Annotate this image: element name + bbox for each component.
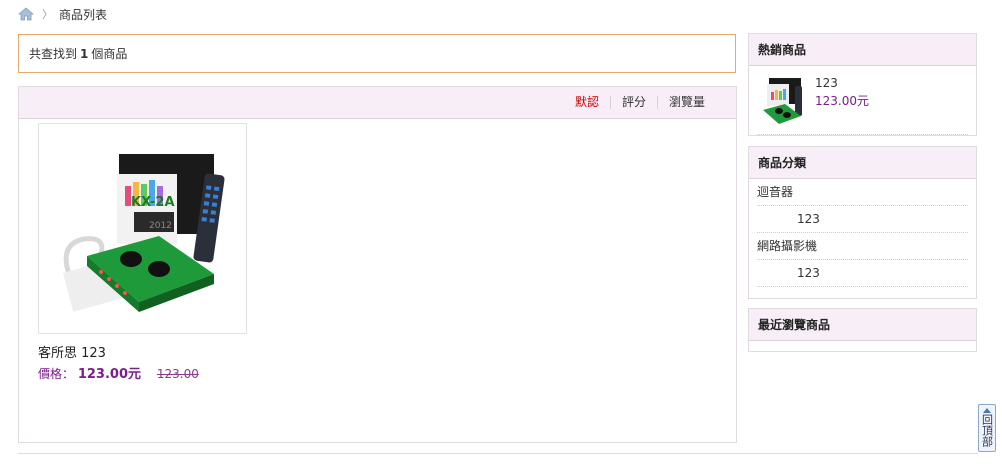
svg-text:KX-2A: KX-2A <box>131 195 175 210</box>
hot-sales-title: 熱銷商品 <box>749 34 976 66</box>
category-subitem[interactable]: 123 <box>757 260 968 287</box>
product-card: KX-2A 2012 客所思 123 價格： 123.00元 123.00 <box>38 123 247 382</box>
result-suffix: 個商品 <box>91 47 128 61</box>
price-label: 價格： <box>38 367 75 381</box>
result-summary: 共查找到 1 個商品 <box>18 34 736 73</box>
category-item[interactable]: 網路攝影機 <box>757 233 968 260</box>
product-price: 123.00元 <box>77 367 142 382</box>
divider <box>18 453 978 454</box>
recent-title: 最近瀏覽商品 <box>749 309 976 341</box>
hot-sales-box: 熱銷商品 123 123.00元 <box>748 33 977 136</box>
breadcrumb-current: 商品列表 <box>59 7 108 22</box>
svg-text:2012: 2012 <box>149 221 172 231</box>
hot-item-info: 123 123.00元 <box>815 74 869 128</box>
product-image[interactable]: KX-2A 2012 <box>38 123 247 334</box>
category-subitem[interactable]: 123 <box>757 206 968 233</box>
hot-item-name[interactable]: 123 <box>815 74 869 92</box>
product-old-price: 123.00 <box>156 367 199 381</box>
arrow-up-icon <box>983 408 991 413</box>
breadcrumb-separator: 〉 <box>42 8 53 21</box>
hot-item-thumbnail[interactable] <box>757 74 807 128</box>
result-prefix: 共查找到 <box>29 47 78 61</box>
category-title: 商品分類 <box>749 147 976 179</box>
back-to-top-label: 回頂部 <box>980 414 994 447</box>
sort-bar: 默認 評分 瀏覽量 <box>19 87 736 119</box>
breadcrumb: 〉 商品列表 <box>17 6 108 22</box>
hot-sales-item[interactable]: 123 123.00元 <box>749 66 976 128</box>
product-price-line: 價格： 123.00元 123.00 <box>38 363 247 382</box>
category-list: 迴音器 123 網路攝影機 123 <box>749 179 976 287</box>
sort-rating[interactable]: 評分 <box>609 96 657 109</box>
result-count: 1 <box>80 46 89 61</box>
home-icon[interactable] <box>17 7 35 21</box>
category-item[interactable]: 迴音器 <box>757 179 968 206</box>
hot-item-price: 123.00元 <box>815 94 869 108</box>
sort-views[interactable]: 瀏覽量 <box>656 96 716 109</box>
category-box: 商品分類 迴音器 123 網路攝影機 123 <box>748 146 977 299</box>
product-list-panel: 默認 評分 瀏覽量 KX-2A 2012 客所思 123 價格： 123.00元… <box>18 86 737 443</box>
back-to-top-button[interactable]: 回頂部 <box>978 404 996 452</box>
divider <box>757 134 968 135</box>
product-name[interactable]: 客所思 123 <box>38 342 247 361</box>
recent-box: 最近瀏覽商品 <box>748 308 977 352</box>
sort-default[interactable]: 默認 <box>564 96 610 109</box>
